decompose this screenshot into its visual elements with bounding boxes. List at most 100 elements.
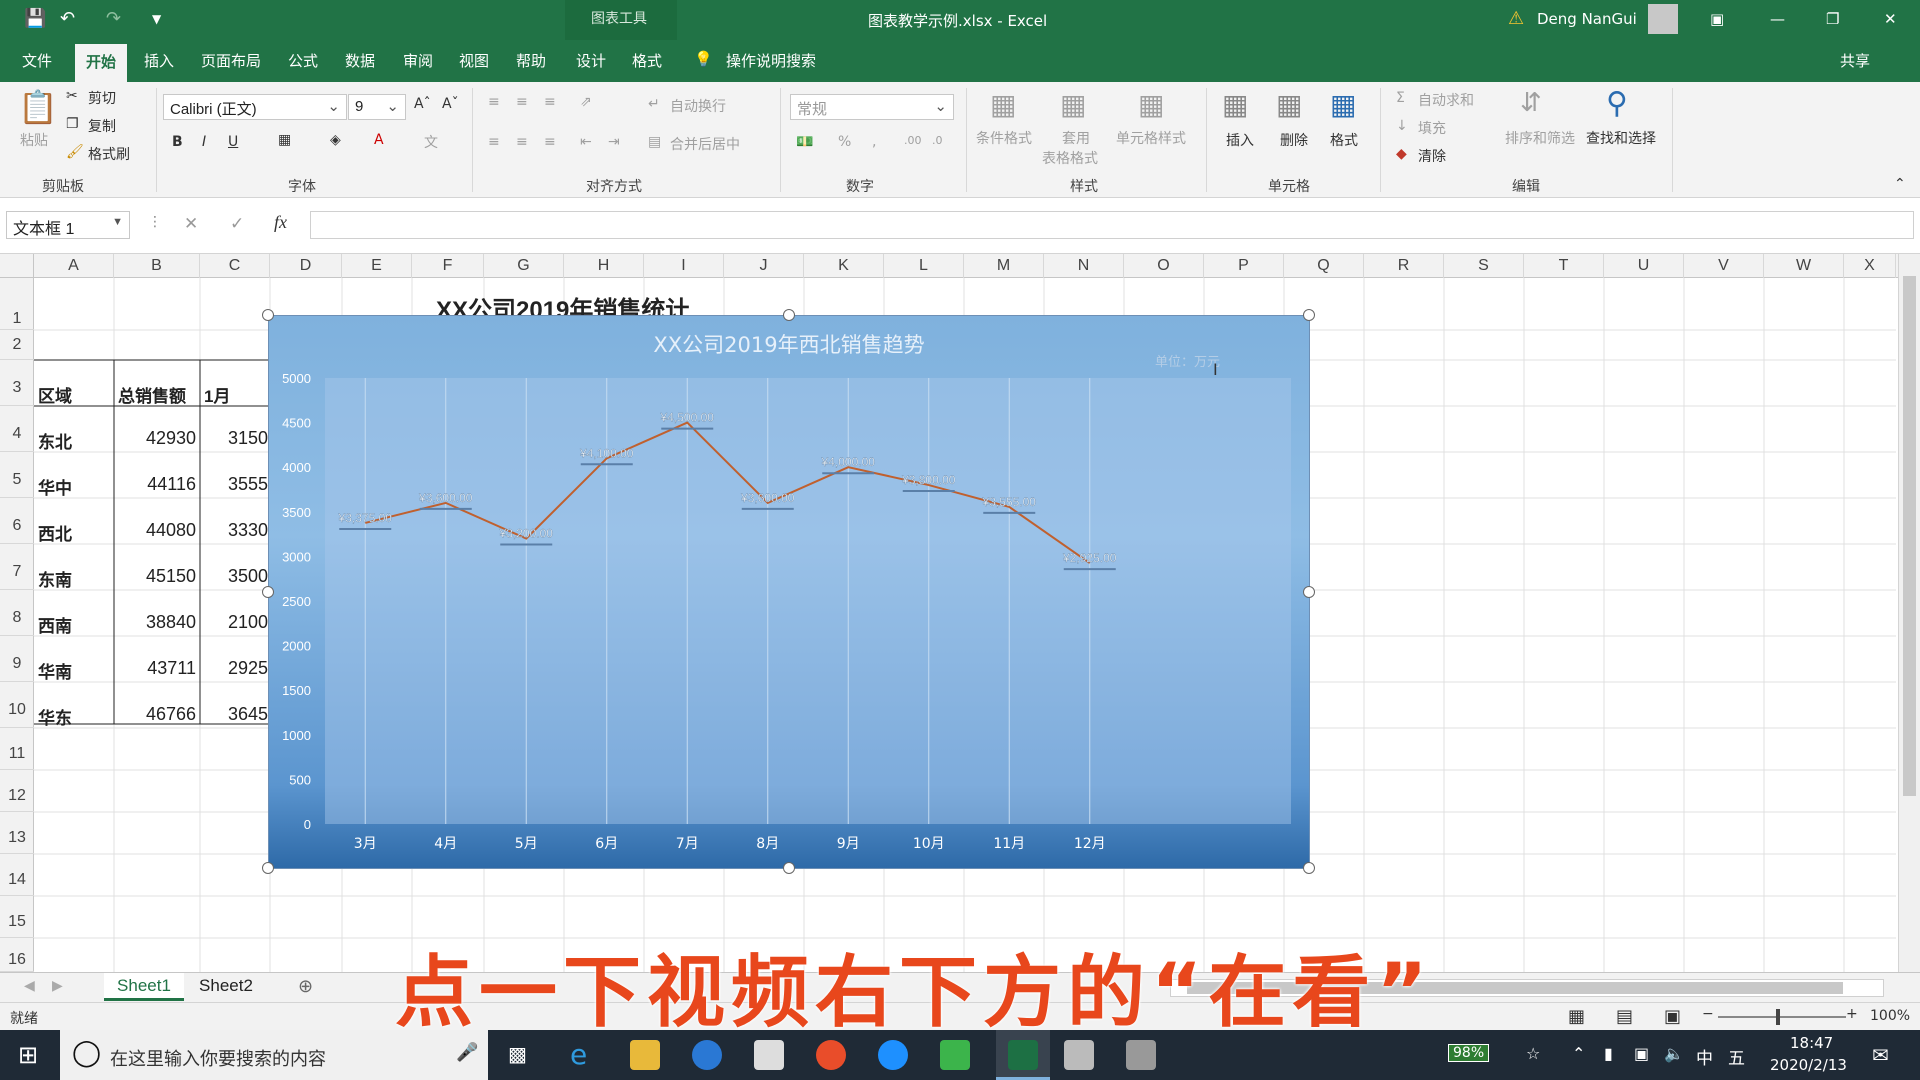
data-label[interactable]: ¥3,200.00 [498,526,554,541]
volume-icon[interactable]: 🔈 [1664,1044,1684,1063]
border-icon[interactable]: ▦ [278,132,291,148]
function-icon[interactable]: fx [274,212,287,233]
row-header[interactable]: 16 [0,938,34,972]
formula-input[interactable] [310,211,1914,239]
data-label[interactable]: ¥4,000.00 [820,455,876,469]
column-header[interactable]: P [1204,254,1284,278]
data-label[interactable]: ¥3,375.00 [337,511,393,525]
add-sheet-icon[interactable]: ⊕ [298,976,313,997]
unit-annotation[interactable]: 单位：万元 [1155,355,1220,370]
cell-region[interactable]: 东南 [38,566,72,591]
tab-file[interactable]: 文件 [22,50,52,71]
increase-decimal-icon[interactable]: .00 [904,134,922,147]
column-header[interactable]: L [884,254,964,278]
ime-wubi[interactable]: 五 [1728,1044,1745,1069]
merge-icon[interactable]: ▤ [648,134,661,150]
zoom-out-icon[interactable]: − [1702,1006,1714,1022]
percent-icon[interactable]: % [838,134,851,150]
people-icon[interactable]: ☆ [1526,1044,1540,1063]
zoom-slider[interactable] [1718,1016,1846,1018]
eraser-icon[interactable]: ◆ [1396,146,1407,162]
row-header[interactable]: 7 [0,544,34,590]
row-header[interactable]: 9 [0,636,34,682]
restore-icon[interactable]: ❐ [1826,10,1839,28]
row-header[interactable]: 12 [0,770,34,812]
microphone-icon[interactable]: 🎤 [456,1042,478,1063]
cell-total[interactable]: 44080 [114,520,196,541]
data-label[interactable]: ¥3,800.00 [901,473,956,487]
row-header[interactable]: 5 [0,452,34,498]
warning-icon[interactable]: ⚠ [1508,8,1524,29]
copy-button[interactable]: 复制 [88,116,116,136]
row-header[interactable]: 13 [0,812,34,854]
taskbar-search-box[interactable]: ◯ 在这里输入你要搜索的内容 🎤 [60,1030,488,1080]
ribbon-display-icon[interactable]: ▣ [1710,10,1724,28]
column-header[interactable]: A [34,254,114,278]
app-blue-icon[interactable] [878,1040,908,1070]
row-header[interactable]: 2 [0,330,34,360]
data-label[interactable]: ¥4,100.00 [579,446,634,460]
tab-home[interactable]: 开始 [75,44,128,82]
zoom-in-icon[interactable]: + [1846,1006,1858,1022]
app-color-icon[interactable] [816,1040,846,1070]
column-header[interactable]: M [964,254,1044,278]
column-header[interactable]: K [804,254,884,278]
task-view-icon[interactable]: ▩ [508,1042,527,1066]
data-label[interactable]: ¥3,555.00 [981,495,1037,509]
data-label[interactable]: ¥3,600.00 [418,491,473,505]
align-right-icon[interactable]: ≡ [544,134,556,150]
column-header[interactable]: U [1604,254,1684,278]
cell-total[interactable]: 42930 [114,428,196,449]
tab-help[interactable]: 帮助 [516,50,546,71]
font-size-combo[interactable]: 9 ⌄ [348,94,406,120]
calculator-icon[interactable] [754,1040,784,1070]
paste-button[interactable]: 粘贴 [20,130,48,150]
enter-icon[interactable]: ✓ [230,214,244,234]
header-jan[interactable]: 1月 [204,382,230,407]
decrease-decimal-icon[interactable]: .0 [932,134,943,147]
column-header[interactable]: W [1764,254,1844,278]
find-icon[interactable]: ⚲ [1606,86,1628,121]
page-layout-view-icon[interactable]: ▤ [1616,1006,1633,1027]
header-total[interactable]: 总销售额 [118,382,186,407]
zoom-level[interactable]: 100% [1870,1008,1910,1024]
clear-button[interactable]: 清除 [1418,146,1446,166]
collapse-ribbon-icon[interactable]: ⌃ [1894,176,1906,192]
phonetic-icon[interactable]: 文 [424,132,438,152]
merge-center-button[interactable]: 合并后居中 [670,134,740,154]
cell-jan[interactable]: 3150 [200,428,268,449]
cell-region[interactable]: 华南 [38,658,72,683]
app-gray-icon[interactable] [1064,1040,1094,1070]
chart-area[interactable]: XX公司2019年西北销售趋势 单位：万元 0 500 1000 1500 2000 25… [268,315,1310,869]
cell-total[interactable]: 45150 [114,566,196,587]
cell-total[interactable]: 46766 [114,704,196,725]
cell-region[interactable]: 西北 [38,520,72,545]
customize-qat-icon[interactable]: ▼ [152,12,161,26]
tab-formulas[interactable]: 公式 [288,50,318,71]
row-header[interactable]: 4 [0,406,34,452]
column-header[interactable]: F [412,254,484,278]
column-header[interactable]: N [1044,254,1124,278]
row-header[interactable]: 1 [0,278,34,330]
tell-me-search[interactable]: 操作说明搜索 [726,50,816,71]
clock-time[interactable]: 18:47 [1790,1034,1833,1052]
italic-icon[interactable]: I [202,134,206,150]
column-header[interactable]: O [1124,254,1204,278]
minimize-icon[interactable]: — [1770,10,1785,28]
column-header[interactable]: V [1684,254,1764,278]
align-center-icon[interactable]: ≡ [516,134,528,150]
app-k-icon[interactable] [692,1040,722,1070]
tab-page-layout[interactable]: 页面布局 [201,50,261,71]
conditional-format-button[interactable]: 条件格式 [976,128,1032,148]
app-camera-icon[interactable] [1126,1040,1156,1070]
align-bottom-icon[interactable]: ≡ [544,94,556,110]
undo-icon[interactable]: ↶ [60,8,75,29]
font-name-combo[interactable]: Calibri (正文) ⌄ [163,94,347,120]
find-select-button[interactable]: 查找和选择 [1586,128,1656,148]
format-cells-icon[interactable]: ▦ [1330,88,1356,121]
column-header[interactable]: E [342,254,412,278]
show-hidden-icons-icon[interactable]: ⌃ [1572,1044,1585,1063]
paste-icon[interactable]: 📋 [18,88,58,126]
align-middle-icon[interactable]: ≡ [516,94,528,110]
file-explorer-icon[interactable] [630,1040,660,1070]
